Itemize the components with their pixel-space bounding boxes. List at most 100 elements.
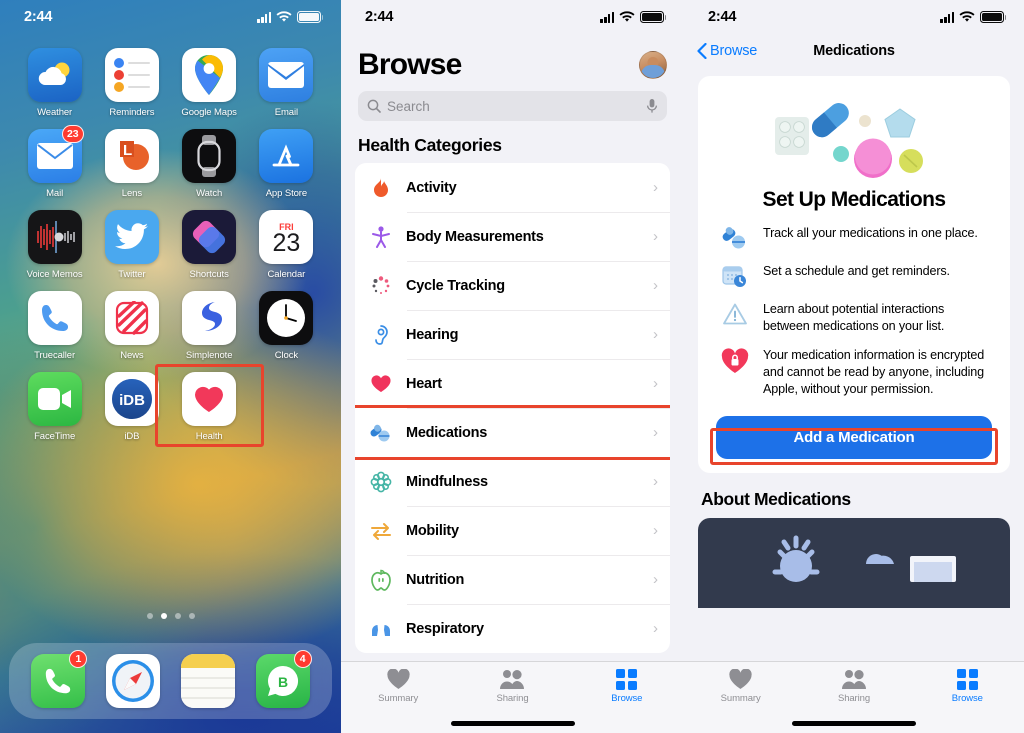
app-health[interactable]: Health [154,364,264,447]
app-label: iDB [124,431,140,442]
setup-title: Set Up Medications [762,188,947,211]
back-button[interactable]: Browse [697,43,757,59]
tab-sharing[interactable]: Sharing [818,669,890,704]
app-app-store[interactable]: App Store [248,129,325,199]
body-figure-icon [369,225,393,248]
app-news[interactable]: News [93,291,170,361]
dock-app-notes[interactable] [180,654,235,708]
tab-browse[interactable]: Browse [931,669,1003,704]
app-watch[interactable]: Watch [171,129,248,199]
microphone-icon[interactable] [646,98,658,114]
tab-summary[interactable]: Summary [705,669,777,704]
app-google-maps[interactable]: Google Maps [171,48,248,118]
mobility-arrows-icon [369,522,393,540]
app-label: Twitter [118,269,146,280]
medications-content: Set Up Medications Track all your medica… [684,68,1024,733]
feature-text: Learn about potential interactions betwe… [763,302,945,333]
wifi-icon [619,11,635,22]
chevron-right-icon: › [653,277,658,294]
feature-interactions: Learn about potential interactions betwe… [698,288,1010,334]
app-clock[interactable]: Clock [248,291,325,361]
profile-avatar[interactable] [639,51,667,79]
dock-app-whatsapp-business[interactable]: B 4 [255,650,312,708]
tab-browse[interactable]: Browse [591,669,663,704]
app-shortcuts[interactable]: Shortcuts [171,210,248,280]
app-label: FaceTime [34,431,76,442]
truecaller-app-icon [27,291,82,345]
app-label: Voice Memos [26,269,83,280]
lens-app-icon: L [104,129,159,183]
app-truecaller[interactable]: Truecaller [16,291,93,361]
heart-tab-icon [729,669,752,689]
home-indicator [450,721,575,726]
tab-sharing[interactable]: Sharing [476,669,548,704]
category-row-body-measurements[interactable]: Body Measurements › [355,212,670,261]
page-dot [146,613,153,619]
category-row-respiratory[interactable]: Respiratory › [355,604,670,653]
chevron-right-icon: › [653,620,658,637]
category-row-medications[interactable]: Medications › [355,405,670,460]
app-idb[interactable]: iDB iDB [93,372,170,442]
category-row-mindfulness[interactable]: Mindfulness › [355,457,670,506]
app-label: App Store [265,188,308,199]
badge-count: 4 [293,650,312,668]
category-row-activity[interactable]: Activity › [355,163,670,212]
feature-privacy-encryption: Your medication information is encrypted… [698,334,1010,397]
category-row-heart[interactable]: Heart › [355,359,670,408]
app-twitter[interactable]: Twitter [93,210,170,280]
cycle-tracking-icon [369,275,393,296]
feature-text: Your medication information is encrypted… [763,348,985,396]
app-email[interactable]: Email [248,48,325,118]
category-row-cycle-tracking[interactable]: Cycle Tracking › [355,261,670,310]
activity-flame-icon [369,177,393,198]
health-categories-list: Activity › Body Measurements › Cycle Tra… [355,163,670,653]
app-calendar[interactable]: FRI 23 Calendar [248,210,325,280]
voice-memos-app-icon [27,210,82,264]
search-input[interactable]: Search [358,91,667,121]
app-label: Shortcuts [189,269,229,280]
app-label: Reminders [109,107,155,118]
about-medications-card[interactable] [698,517,1010,608]
nutrition-apple-icon [369,569,393,591]
app-voice-memos[interactable]: Voice Memos [16,210,93,280]
section-title-health-categories: Health Categories [358,135,502,155]
status-time: 2:44 [365,9,394,25]
pills-icon [720,225,750,250]
app-lens[interactable]: L Lens [93,129,170,199]
chevron-right-icon: › [653,179,658,196]
news-app-icon [104,291,159,345]
app-label: Lens [121,188,142,199]
tab-label: Sharing [837,693,870,704]
calendar-app-icon: FRI 23 [259,210,314,264]
category-row-hearing[interactable]: Hearing › [355,310,670,359]
app-label: Health [195,431,223,442]
badge-count: 23 [61,125,84,143]
app-store-app-icon [259,129,314,183]
category-row-mobility[interactable]: Mobility › [355,506,670,555]
page-dots[interactable] [0,613,341,619]
chevron-right-icon: › [653,375,658,392]
notes-app-icon [180,654,235,708]
add-medication-button[interactable]: Add a Medication [716,415,992,459]
app-simplenote[interactable]: Simplenote [171,291,248,361]
back-label: Browse [710,43,758,59]
app-facetime[interactable]: FaceTime [16,372,93,442]
idb-app-icon: iDB [104,372,159,426]
dock-app-safari[interactable] [106,654,161,708]
dock-app-phone[interactable]: 1 [31,650,88,708]
tab-label: Browse [611,693,643,704]
facetime-app-icon [27,372,82,426]
chevron-right-icon: › [653,326,658,343]
app-mail[interactable]: 23 Mail [16,125,93,199]
app-reminders[interactable]: Reminders [93,48,170,118]
email-app-icon [259,48,314,102]
tab-summary[interactable]: Summary [362,669,434,704]
heart-icon [369,374,393,393]
status-bar-medications: 2:44 [684,0,1024,34]
page-dot-active [160,613,167,619]
app-label: News [120,350,144,361]
category-row-nutrition[interactable]: Nutrition › [355,555,670,604]
app-weather[interactable]: Weather [16,48,93,118]
app-label: Calendar [267,269,306,280]
status-bar-home: 2:44 [0,0,341,34]
